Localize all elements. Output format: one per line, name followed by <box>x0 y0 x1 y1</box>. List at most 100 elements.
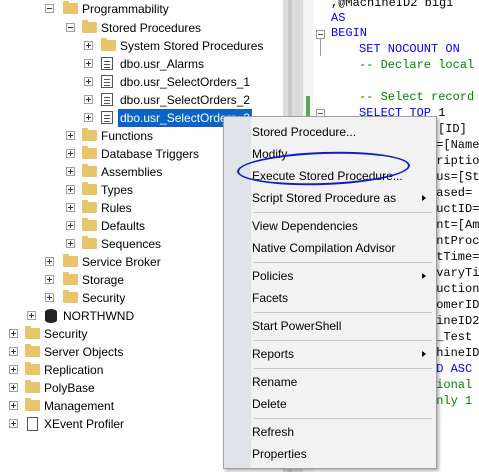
menu-item-script-as[interactable]: Script Stored Procedure as <box>252 187 432 209</box>
submenu-arrow-icon <box>422 195 426 201</box>
expand-icon[interactable] <box>9 329 18 338</box>
database-icon <box>45 309 57 323</box>
tree-item-northwnd[interactable]: NORTHWND <box>0 307 220 325</box>
tree-item-replication[interactable]: Replication <box>0 361 220 379</box>
folder-icon <box>25 398 40 411</box>
folder-icon <box>82 146 97 159</box>
folder-icon <box>82 20 97 33</box>
tree-label: Security <box>44 327 88 341</box>
tree-item-xevent-profiler[interactable]: XEvent Profiler <box>0 415 220 433</box>
menu-item-properties[interactable]: Properties <box>252 443 432 465</box>
expand-icon[interactable] <box>9 419 18 428</box>
code-line: ,@MachineID2 bigi <box>331 0 454 10</box>
menu-item-native-compilation-advisor[interactable]: Native Compilation Advisor <box>252 237 432 259</box>
expand-icon[interactable] <box>66 131 75 140</box>
code-comment: -- Declare local p <box>359 58 479 72</box>
tree-item-storage[interactable]: Storage <box>0 271 220 289</box>
menu-item-policies[interactable]: Policies <box>252 265 432 287</box>
tree-label: Rules <box>101 201 132 215</box>
expand-icon[interactable] <box>45 257 54 266</box>
menu-item-delete[interactable]: Delete <box>252 393 432 415</box>
expand-icon[interactable] <box>45 275 54 284</box>
menu-separator <box>254 212 432 213</box>
stored-procedure-icon <box>101 111 113 124</box>
tree-item-system-stored-procedures[interactable]: System Stored Procedures <box>0 37 280 55</box>
tree-label: XEvent Profiler <box>44 417 125 431</box>
tree-label: dbo.usr_SelectOrders_2 <box>120 93 251 107</box>
tree-item-security[interactable]: Security <box>0 325 220 343</box>
tree-item-functions[interactable]: Functions <box>0 127 220 145</box>
folder-icon <box>63 290 78 303</box>
menu-item-start-powershell[interactable]: Start PowerShell <box>252 315 432 337</box>
tree-item-types[interactable]: Types <box>0 181 220 199</box>
expand-icon[interactable] <box>84 113 93 122</box>
tree-item-rules[interactable]: Rules <box>0 199 220 217</box>
expand-icon[interactable] <box>84 77 93 86</box>
tree-item-database-triggers[interactable]: Database Triggers <box>0 145 220 163</box>
menu-separator <box>254 262 432 263</box>
tree-item-sp-alarms[interactable]: dbo.usr_Alarms <box>0 55 280 73</box>
expand-icon[interactable] <box>66 221 75 230</box>
submenu-arrow-icon <box>422 351 426 357</box>
folder-icon <box>63 1 78 14</box>
menu-item-facets[interactable]: Facets <box>252 287 432 309</box>
tree-item-sp-selectorders-1[interactable]: dbo.usr_SelectOrders_1 <box>0 73 280 91</box>
tree-item-programmability[interactable]: Programmability <box>0 0 280 18</box>
expand-icon[interactable] <box>66 185 75 194</box>
tree-item-server-objects[interactable]: Server Objects <box>0 343 220 361</box>
tree-label: Replication <box>44 363 104 377</box>
folder-icon <box>82 182 97 195</box>
tree-label: Server Objects <box>44 345 124 359</box>
expand-icon[interactable] <box>66 239 75 248</box>
tree-label: NORTHWND <box>63 309 135 323</box>
code-line: AS <box>331 11 346 25</box>
expand-icon[interactable] <box>27 311 36 320</box>
tree-item-stored-procedures[interactable]: Stored Procedures <box>0 19 280 37</box>
folder-icon <box>25 344 40 357</box>
stored-procedure-icon <box>101 93 113 106</box>
expand-icon[interactable] <box>9 365 18 374</box>
tree-item-assemblies[interactable]: Assemblies <box>0 163 220 181</box>
menu-separator <box>254 312 432 313</box>
expand-icon[interactable] <box>45 293 54 302</box>
menu-item-rename[interactable]: Rename <box>252 371 432 393</box>
tree-label: Assemblies <box>101 165 163 179</box>
menu-item-stored-procedure[interactable]: Stored Procedure... <box>252 121 432 143</box>
menu-item-refresh[interactable]: Refresh <box>252 421 432 443</box>
tree-label: System Stored Procedures <box>120 39 264 53</box>
expand-icon[interactable] <box>84 59 93 68</box>
code-comment: -- Select record w <box>359 90 479 104</box>
collapse-icon[interactable] <box>45 4 54 13</box>
expand-icon[interactable] <box>66 203 75 212</box>
expand-icon[interactable] <box>84 41 93 50</box>
expand-icon[interactable] <box>9 401 18 410</box>
tree-item-sp-selectorders-2[interactable]: dbo.usr_SelectOrders_2 <box>0 91 280 109</box>
tree-item-sequences[interactable]: Sequences <box>0 235 220 253</box>
code-fragment: [ID] <box>438 122 467 136</box>
folder-icon <box>82 218 97 231</box>
expand-icon[interactable] <box>66 167 75 176</box>
menu-item-reports[interactable]: Reports <box>252 343 432 365</box>
tree-item-service-broker[interactable]: Service Broker <box>0 253 220 271</box>
folder-icon <box>101 38 116 51</box>
tree-label: PolyBase <box>44 381 95 395</box>
tree-item-polybase[interactable]: PolyBase <box>0 379 220 397</box>
tree-label: Security <box>82 291 126 305</box>
code-line: SET NOCOUNT ON <box>359 42 460 56</box>
tree-item-defaults[interactable]: Defaults <box>0 217 220 235</box>
expand-icon[interactable] <box>66 149 75 158</box>
tree-item-db-security[interactable]: Security <box>0 289 220 307</box>
tree-label: Service Broker <box>82 255 161 269</box>
profiler-icon <box>27 417 38 431</box>
expand-icon[interactable] <box>84 95 93 104</box>
tree-item-management[interactable]: Management <box>0 397 220 415</box>
menu-item-view-dependencies[interactable]: View Dependencies <box>252 215 432 237</box>
expand-icon[interactable] <box>9 347 18 356</box>
expand-icon[interactable] <box>9 383 18 392</box>
collapse-icon[interactable] <box>66 23 75 32</box>
folder-icon <box>82 164 97 177</box>
collapse-region-icon[interactable] <box>316 30 325 39</box>
folder-icon <box>25 362 40 375</box>
folder-icon <box>63 254 78 267</box>
menu-separator <box>254 340 432 341</box>
